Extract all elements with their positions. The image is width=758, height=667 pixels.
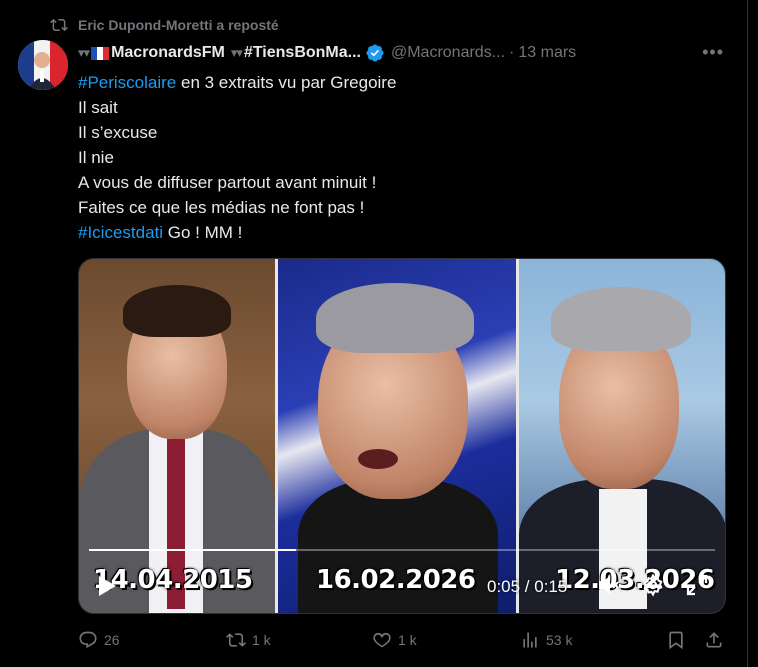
reply-button[interactable]: 26 <box>78 630 120 650</box>
repost-button[interactable]: 1 k <box>226 630 271 650</box>
sunglasses-icon: ▾▾ <box>230 45 243 60</box>
tweet-line: Il s’excuse <box>78 123 158 142</box>
hashtag-link[interactable]: #Periscolaire <box>78 73 176 92</box>
views-count: 53 k <box>546 632 573 648</box>
video-player[interactable]: 14.04.2015 16.02.2026 12.03.2026 0:05 / … <box>78 258 726 614</box>
tweet-line: en 3 extraits vu par Gregoire <box>176 73 397 92</box>
settings-icon[interactable] <box>641 573 665 597</box>
tweet-date[interactable]: 13 mars <box>518 44 576 62</box>
video-controls: 0:05 / 0:15 <box>79 557 725 613</box>
tweet-line: Go ! MM ! <box>163 223 243 242</box>
avatar[interactable] <box>18 40 68 90</box>
like-button[interactable]: 1 k <box>372 630 417 650</box>
reply-count: 26 <box>104 632 120 648</box>
tweet-actions: 26 1 k 1 k 53 k <box>78 630 738 654</box>
like-icon <box>373 632 391 648</box>
bookmark-icon[interactable] <box>666 630 686 650</box>
video-time: 0:05 / 0:15 <box>487 577 568 596</box>
france-flag-icon <box>91 46 110 60</box>
repost-icon <box>226 633 246 647</box>
tweet-text: #Periscolaire en 3 extraits vu par Grego… <box>78 70 396 245</box>
share-icon[interactable] <box>704 630 724 650</box>
video-progress-bar[interactable] <box>89 549 715 551</box>
views-button[interactable]: 53 k <box>520 630 572 650</box>
tweet-line: Faites ce que les médias ne font pas ! <box>78 198 365 217</box>
tweet-header: ▾▾ MacronardsFM ▾▾ #TiensBonMa... @Macro… <box>78 42 728 64</box>
fullscreen-icon[interactable] <box>685 573 709 597</box>
mute-icon[interactable] <box>597 573 621 597</box>
sunglasses-icon: ▾▾ <box>78 45 90 60</box>
author-name[interactable]: ▾▾ MacronardsFM ▾▾ #TiensBonMa... <box>78 44 361 62</box>
verified-icon[interactable] <box>365 43 385 63</box>
repost-indicator: Eric Dupond-Moretti a reposté <box>50 16 279 34</box>
repost-label[interactable]: Eric Dupond-Moretti a reposté <box>78 17 279 33</box>
more-icon[interactable]: ••• <box>702 42 724 63</box>
repost-icon <box>50 18 68 32</box>
tweet-line: Il nie <box>78 148 114 167</box>
separator-dot: · <box>509 44 515 61</box>
reply-icon <box>79 631 97 649</box>
tweet-line: Il sait <box>78 98 118 117</box>
scrollbar[interactable] <box>747 0 748 667</box>
hashtag-link[interactable]: #Icicestdati <box>78 223 163 242</box>
author-handle[interactable]: @Macronards... <box>391 44 505 62</box>
repost-count: 1 k <box>252 632 271 648</box>
like-count: 1 k <box>398 632 417 648</box>
views-icon <box>523 632 537 648</box>
tweet-line: A vous de diffuser partout avant minuit … <box>78 173 377 192</box>
play-icon[interactable] <box>97 575 117 597</box>
video-progress-fill <box>89 549 296 551</box>
